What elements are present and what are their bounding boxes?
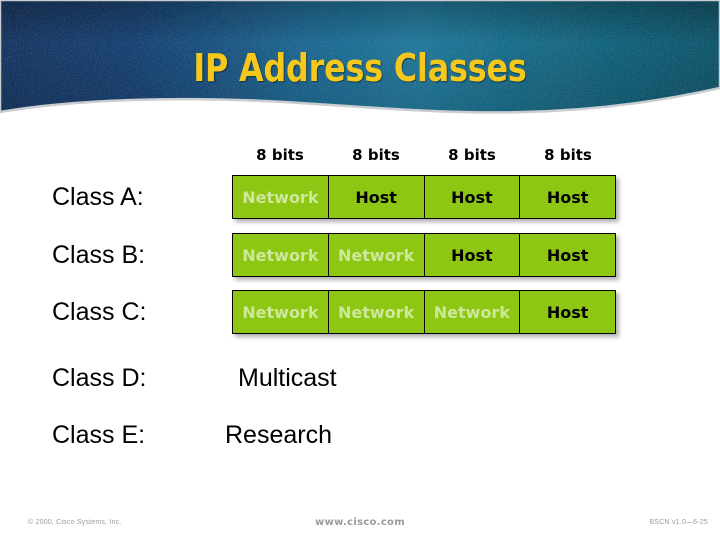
class-label-e: Class E: — [52, 421, 146, 449]
octet-cell-b-2: Network — [327, 233, 424, 277]
octet-table-b: Network Network Host Host — [232, 233, 616, 277]
class-row-d: Class D: Multicast — [0, 356, 720, 400]
octet-cell-a-4: Host — [519, 175, 616, 219]
octet-cell-c-1: Network — [232, 290, 328, 334]
bits-header-octet-1: 8 bits — [256, 146, 304, 164]
page-title: IP Address Classes — [193, 46, 527, 90]
bits-header-row: 8 bits 8 bits 8 bits 8 bits — [232, 142, 616, 168]
octet-cell-b-4: Host — [519, 233, 616, 277]
octet-cell-a-2: Host — [327, 175, 424, 219]
octet-cell-c-4: Host — [519, 290, 616, 334]
main-content: 8 bits 8 bits 8 bits 8 bits Class A: Net… — [0, 122, 720, 502]
bits-header-octet-2: 8 bits — [352, 146, 400, 164]
class-label-d: Class D: — [52, 364, 147, 392]
octet-cell-b-3: Host — [423, 233, 520, 277]
footer-url: www.cisco.com — [315, 517, 405, 528]
class-label-a: Class A: — [52, 183, 144, 211]
footer-slide-code: BSCN v1.0—6-25 — [649, 519, 708, 526]
class-label-c: Class C: — [52, 298, 147, 326]
footer: © 2000, Cisco Systems, Inc. www.cisco.co… — [0, 512, 720, 540]
octet-cell-a-3: Host — [423, 175, 520, 219]
octet-cell-b-1: Network — [232, 233, 328, 277]
class-row-b: Class B: Network Network Host Host — [0, 233, 720, 277]
class-row-c: Class C: Network Network Network Host — [0, 290, 720, 334]
class-row-a: Class A: Network Host Host Host — [0, 175, 720, 219]
class-row-e: Class E: Research — [0, 413, 720, 457]
header-banner: IP Address Classes — [0, 0, 720, 122]
octet-cell-a-1: Network — [232, 175, 328, 219]
class-value-e: Research — [225, 421, 332, 449]
octet-cell-c-2: Network — [327, 290, 424, 334]
bits-header-octet-3: 8 bits — [448, 146, 496, 164]
class-value-d: Multicast — [238, 364, 337, 392]
bits-header-octet-4: 8 bits — [544, 146, 592, 164]
class-label-b: Class B: — [52, 241, 146, 269]
octet-table-c: Network Network Network Host — [232, 290, 616, 334]
octet-table-a: Network Host Host Host — [232, 175, 616, 219]
octet-cell-c-3: Network — [423, 290, 520, 334]
